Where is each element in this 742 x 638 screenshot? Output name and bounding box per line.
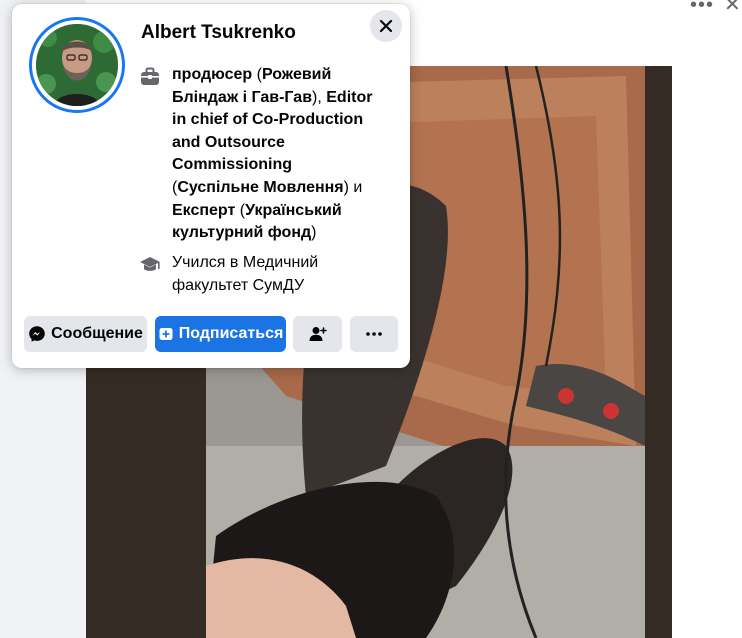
work-info-row: продюсер (Рожевий Бліндаж і Гав-Гав), Ed…	[139, 64, 382, 245]
post-close-icon[interactable]: ✕	[724, 0, 741, 17]
follow-button-label: Подписаться	[178, 325, 284, 342]
work-info-text: продюсер (Рожевий Бліндаж і Гав-Гав), Ed…	[172, 64, 382, 245]
close-icon	[379, 19, 393, 33]
work-sep-6: )	[311, 224, 317, 242]
education-info-row: Учился в Медичний факультет СумДУ	[139, 252, 382, 297]
profile-hover-card: Albert Tsukrenko продюсер (Рожевий Блінд…	[12, 4, 410, 368]
education-prefix: Учился в	[172, 254, 243, 271]
follow-button[interactable]: Подписаться	[155, 316, 286, 352]
more-options-button[interactable]	[350, 316, 398, 352]
profile-name[interactable]: Albert Tsukrenko	[141, 22, 296, 44]
avatar-image	[36, 24, 118, 106]
briefcase-icon	[141, 67, 159, 85]
avatar[interactable]	[29, 17, 125, 113]
work-company-2[interactable]: Суспільне Мовлення	[177, 179, 343, 196]
add-friend-button[interactable]	[293, 316, 342, 352]
work-sep-1: (	[252, 66, 262, 83]
work-role-1[interactable]: продюсер	[172, 66, 252, 83]
messenger-icon	[28, 325, 46, 343]
work-sep-4: ) и	[343, 178, 363, 196]
close-button[interactable]	[370, 10, 402, 42]
graduation-cap-icon	[140, 257, 160, 271]
add-friend-icon	[309, 327, 327, 341]
education-info-text: Учился в Медичний факультет СумДУ	[172, 252, 382, 297]
message-button-label: Сообщение	[51, 325, 143, 342]
message-button[interactable]: Сообщение	[24, 316, 147, 352]
work-sep-2: ),	[312, 88, 327, 106]
work-role-3[interactable]: Експерт	[172, 202, 235, 219]
work-sep-5: (	[235, 201, 246, 219]
more-horizontal-icon	[366, 332, 382, 336]
post-menu-icon[interactable]: •••	[690, 0, 714, 17]
follow-icon	[158, 326, 174, 342]
